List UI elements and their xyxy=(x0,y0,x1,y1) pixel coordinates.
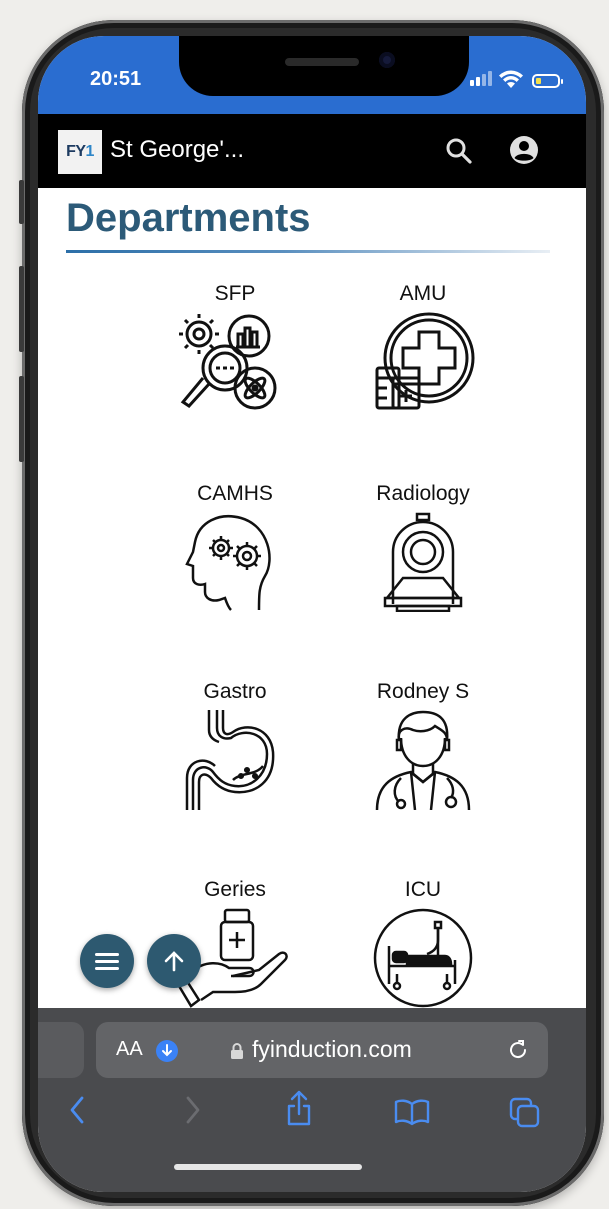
department-label: Gastro xyxy=(203,680,267,703)
department-camhs[interactable]: CAMHS xyxy=(160,482,310,612)
tabs-icon[interactable] xyxy=(508,1096,542,1130)
battery-icon xyxy=(532,74,563,88)
text-size-button[interactable]: AA xyxy=(116,1038,143,1061)
url-text: fyinduction.com xyxy=(252,1036,412,1062)
reload-icon[interactable] xyxy=(506,1038,530,1062)
department-label: Rodney S xyxy=(376,680,470,703)
arrow-up-icon xyxy=(164,951,184,972)
department-label: ICU xyxy=(404,878,442,901)
download-icon[interactable] xyxy=(156,1040,178,1062)
page-content: Departments SFP AMU CAMHS Radiology Gast… xyxy=(38,188,586,1008)
department-label: CAMHS xyxy=(197,482,273,505)
department-label: Geries xyxy=(204,878,266,901)
logo-text: FY1 xyxy=(66,143,94,160)
previous-tab-preview[interactable] xyxy=(38,1022,84,1078)
stomach-icon xyxy=(185,710,275,810)
head-gears-icon xyxy=(185,515,271,611)
app-title: St George'... xyxy=(110,136,244,163)
department-rodney-s[interactable]: Rodney S xyxy=(348,680,498,810)
doctor-icon xyxy=(375,710,471,810)
department-label: Radiology xyxy=(376,482,470,505)
forward-icon[interactable] xyxy=(180,1094,204,1126)
share-icon[interactable] xyxy=(284,1088,314,1128)
wifi-icon xyxy=(499,70,523,88)
department-radiology[interactable]: Radiology xyxy=(348,482,498,612)
account-icon[interactable] xyxy=(508,134,540,166)
department-label: AMU xyxy=(399,282,447,305)
search-icon[interactable] xyxy=(444,136,474,166)
address-bar[interactable]: AA fyinduction.com xyxy=(96,1022,548,1078)
fy1-logo[interactable]: FY1 xyxy=(58,130,102,174)
lock-icon xyxy=(231,1043,243,1059)
back-icon[interactable] xyxy=(66,1094,90,1126)
hospital-bed-icon xyxy=(373,908,473,1008)
department-label: SFP xyxy=(214,282,256,305)
mri-scanner-icon xyxy=(383,512,463,612)
home-indicator[interactable] xyxy=(174,1164,362,1170)
department-amu[interactable]: AMU xyxy=(348,282,498,412)
medical-cross-icon xyxy=(375,312,475,410)
page-title: Departments xyxy=(66,196,311,240)
speaker xyxy=(285,58,359,66)
status-time: 20:51 xyxy=(90,68,142,90)
gears-magnifier-icon xyxy=(179,314,277,410)
app-bar: FY1 St George'... xyxy=(38,114,586,188)
notch xyxy=(179,36,469,96)
department-sfp[interactable]: SFP xyxy=(160,282,310,412)
front-camera xyxy=(379,52,395,68)
screen: 20:51 FY1 St George'... Departments SFP … xyxy=(38,36,586,1192)
menu-icon xyxy=(95,953,119,970)
bookmarks-icon[interactable] xyxy=(394,1098,430,1126)
menu-fab[interactable] xyxy=(80,934,134,988)
volume-down-button xyxy=(19,376,24,462)
volume-up-button xyxy=(19,266,24,352)
scroll-top-fab[interactable] xyxy=(147,934,201,988)
mute-switch xyxy=(19,180,24,224)
department-gastro[interactable]: Gastro xyxy=(160,680,310,810)
title-underline xyxy=(66,250,550,253)
department-icu[interactable]: ICU xyxy=(348,878,498,1008)
